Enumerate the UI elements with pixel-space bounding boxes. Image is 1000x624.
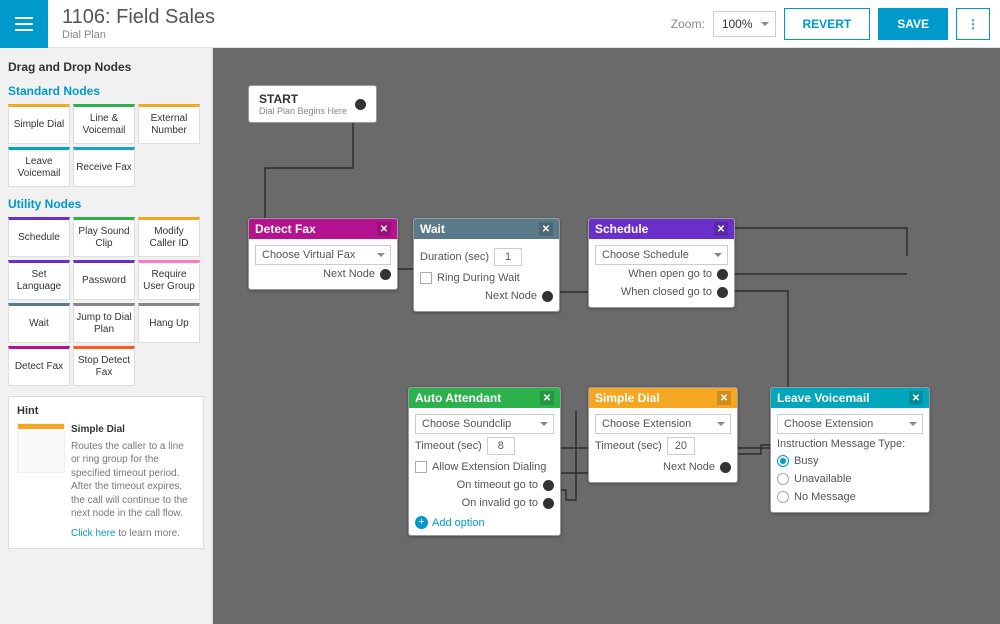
start-node[interactable]: START Dial Plan Begins Here (248, 85, 377, 123)
canvas[interactable]: START Dial Plan Begins Here Detect Fax✕ … (213, 48, 1000, 624)
palette-node[interactable]: Play Sound Clip (73, 217, 135, 257)
close-icon[interactable]: ✕ (539, 222, 553, 236)
palette-node[interactable]: Set Language (8, 260, 70, 300)
save-button[interactable]: SAVE (878, 8, 948, 40)
sidebar-title: Drag and Drop Nodes (8, 60, 204, 74)
timeout-input[interactable]: 8 (487, 437, 515, 455)
close-icon[interactable]: ✕ (714, 222, 728, 236)
close-icon[interactable]: ✕ (377, 222, 391, 236)
invalid-port[interactable] (543, 498, 554, 509)
instruction-label: Instruction Message Type: (777, 438, 923, 450)
leave-voicemail-node[interactable]: Leave Voicemail✕ Choose Extension Instru… (770, 387, 930, 513)
wait-node[interactable]: Wait✕ Duration (sec)1 Ring During Wait N… (413, 218, 560, 312)
kebab-icon: ⋮ (967, 17, 979, 31)
palette-node[interactable]: Require User Group (138, 260, 200, 300)
radio-option[interactable] (777, 455, 789, 467)
page-title: 1106: Field Sales (62, 6, 657, 29)
palette-node[interactable]: Jump to Dial Plan (73, 303, 135, 343)
close-icon[interactable]: ✕ (717, 391, 731, 405)
vm-extension-select[interactable]: Choose Extension (777, 414, 923, 434)
hint-title: Simple Dial (71, 423, 195, 437)
page-subtitle: Dial Plan (62, 29, 657, 41)
hint-learn-more-link[interactable]: Click here to learn more. (71, 527, 195, 541)
sidebar: Drag and Drop Nodes Standard Nodes Simpl… (0, 48, 213, 624)
add-option-button[interactable]: +Add option (415, 516, 554, 529)
hint-body-text: Routes the caller to a line or ring grou… (71, 441, 188, 520)
palette-node[interactable]: Password (73, 260, 135, 300)
plus-icon: + (415, 516, 428, 529)
next-port[interactable] (542, 291, 553, 302)
revert-button[interactable]: REVERT (784, 8, 871, 40)
palette-node[interactable]: Line & Voicemail (73, 104, 135, 144)
palette-node[interactable]: Leave Voicemail (8, 147, 70, 187)
duration-input[interactable]: 1 (494, 248, 522, 266)
palette-node[interactable]: Simple Dial (8, 104, 70, 144)
zoom-label: Zoom: (671, 17, 705, 31)
close-icon[interactable]: ✕ (540, 391, 554, 405)
auto-attendant-node[interactable]: Auto Attendant✕ Choose Soundclip Timeout… (408, 387, 561, 536)
hint-box: Hint Simple Dial Routes the caller to a … (8, 396, 204, 549)
palette-node[interactable]: Wait (8, 303, 70, 343)
connection-wires (213, 48, 1000, 624)
allow-ext-checkbox[interactable] (415, 461, 427, 473)
title-block: 1106: Field Sales Dial Plan (48, 6, 671, 41)
virtual-fax-select[interactable]: Choose Virtual Fax (255, 245, 391, 265)
palette-node[interactable]: Receive Fax (73, 147, 135, 187)
radio-option[interactable] (777, 473, 789, 485)
top-bar: 1106: Field Sales Dial Plan Zoom: 100% R… (0, 0, 1000, 48)
zoom-select[interactable]: 100% (713, 11, 776, 37)
hint-thumbnail (17, 423, 65, 473)
standard-nodes-heading: Standard Nodes (8, 84, 204, 98)
more-button[interactable]: ⋮ (956, 8, 990, 40)
ring-checkbox[interactable] (420, 272, 432, 284)
palette-node[interactable]: Stop Detect Fax (73, 346, 135, 386)
hamburger-icon (15, 17, 33, 31)
schedule-node[interactable]: Schedule✕ Choose Schedule When open go t… (588, 218, 735, 308)
palette-node[interactable]: Modify Caller ID (138, 217, 200, 257)
radio-option[interactable] (777, 491, 789, 503)
hint-heading: Hint (17, 405, 195, 417)
palette-node[interactable]: Schedule (8, 217, 70, 257)
palette-node[interactable]: Detect Fax (8, 346, 70, 386)
extension-select[interactable]: Choose Extension (595, 414, 731, 434)
timeout-input[interactable]: 20 (667, 437, 695, 455)
start-subtitle: Dial Plan Begins Here (259, 106, 347, 116)
next-port[interactable] (720, 462, 731, 473)
timeout-port[interactable] (543, 480, 554, 491)
detect-fax-node[interactable]: Detect Fax✕ Choose Virtual Fax Next Node (248, 218, 398, 290)
closed-port[interactable] (717, 287, 728, 298)
simple-dial-node[interactable]: Simple Dial✕ Choose Extension Timeout (s… (588, 387, 738, 483)
soundclip-select[interactable]: Choose Soundclip (415, 414, 554, 434)
menu-button[interactable] (0, 0, 48, 48)
utility-nodes-heading: Utility Nodes (8, 197, 204, 211)
next-port[interactable] (380, 269, 391, 280)
schedule-select[interactable]: Choose Schedule (595, 245, 728, 265)
palette-node[interactable]: External Number (138, 104, 200, 144)
start-title: START (259, 92, 347, 106)
start-port[interactable] (355, 99, 366, 110)
close-icon[interactable]: ✕ (909, 391, 923, 405)
palette-node[interactable]: Hang Up (138, 303, 200, 343)
open-port[interactable] (717, 269, 728, 280)
